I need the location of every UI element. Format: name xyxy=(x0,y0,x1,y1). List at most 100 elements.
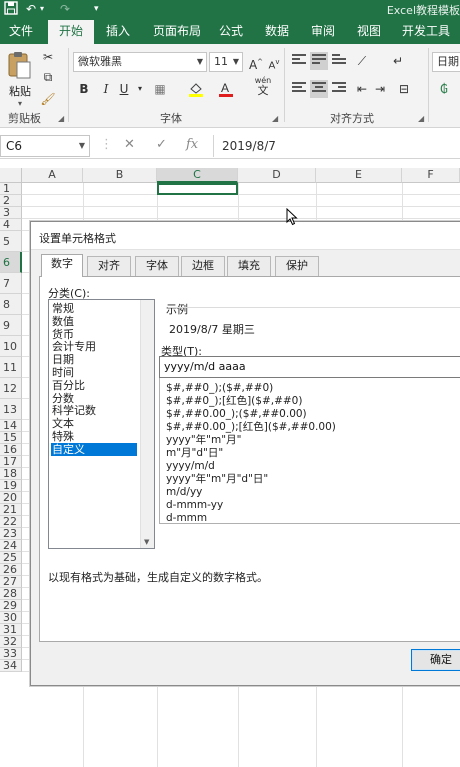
category-item[interactable]: 货币 xyxy=(51,328,137,341)
select-all-corner[interactable] xyxy=(0,168,22,183)
tab-developer[interactable]: 开发工具 xyxy=(396,18,456,44)
currency-icon[interactable]: ₲ xyxy=(434,80,454,98)
undo-dropdown-icon[interactable]: ▾ xyxy=(40,1,44,17)
middle-align-icon[interactable] xyxy=(310,52,328,70)
paste-button[interactable]: 粘贴 ▾ xyxy=(6,50,34,108)
underline-dropdown-icon[interactable]: ▾ xyxy=(130,80,150,98)
row-header[interactable]: 34 xyxy=(0,660,22,672)
paste-dropdown-icon[interactable]: ▾ xyxy=(6,99,34,108)
customize-toolbar-icon[interactable]: ▾ xyxy=(94,1,99,17)
cut-icon[interactable]: ✂ xyxy=(38,48,58,66)
border-icon[interactable]: ▦ xyxy=(150,80,170,98)
tab-file[interactable]: 文件 xyxy=(0,18,42,44)
format-item[interactable]: d-mmm xyxy=(166,512,207,525)
tab-protection[interactable]: 保护 xyxy=(275,256,319,276)
row-header[interactable]: 4 xyxy=(0,219,22,231)
format-item[interactable]: m/d/yy xyxy=(166,486,202,499)
alignment-launcher-icon[interactable]: ◢ xyxy=(418,114,424,123)
category-item[interactable]: 文本 xyxy=(51,417,137,430)
row-header[interactable]: 7 xyxy=(0,273,22,294)
insert-function-icon[interactable]: fx xyxy=(186,137,198,152)
row-header[interactable]: 10 xyxy=(0,336,22,357)
wrap-text-icon[interactable]: ↵ xyxy=(388,52,408,70)
tab-alignment[interactable]: 对齐 xyxy=(87,256,131,276)
tab-border[interactable]: 边框 xyxy=(181,256,225,276)
category-list[interactable]: 常规 数值 货币 会计专用 日期 时间 百分比 分数 科学记数 文本 特殊 自定义 ▼ xyxy=(48,299,155,549)
format-painter-icon[interactable]: 🖌 xyxy=(38,90,58,108)
category-item[interactable]: 科学记数 xyxy=(51,404,137,417)
column-header-e[interactable]: E xyxy=(316,168,402,183)
phonetic-button[interactable]: wén 文 xyxy=(252,76,274,96)
formula-input[interactable]: 2019/8/7 xyxy=(213,135,460,157)
column-header-c[interactable]: C xyxy=(157,168,238,183)
clipboard-launcher-icon[interactable]: ◢ xyxy=(58,114,64,123)
category-item[interactable]: 分数 xyxy=(51,392,137,405)
orientation-icon[interactable]: ⟋ xyxy=(352,52,372,70)
right-align-icon[interactable] xyxy=(330,80,348,98)
font-name-select[interactable]: 微软雅黑 ▼ xyxy=(73,52,207,72)
category-item[interactable]: 常规 xyxy=(51,302,137,315)
tab-page-layout[interactable]: 页面布局 xyxy=(146,18,208,44)
row-header[interactable]: 11 xyxy=(0,357,22,378)
number-format-select[interactable]: 日期 xyxy=(432,52,460,72)
category-item[interactable]: 特殊 xyxy=(51,430,137,443)
category-item[interactable]: 自定义 xyxy=(51,442,137,456)
category-item[interactable]: 百分比 xyxy=(51,379,137,392)
format-item[interactable]: yyyy/m/d xyxy=(166,460,215,473)
format-item[interactable]: $#,##0_);($#,##0) xyxy=(166,382,273,395)
dialog-title-bar[interactable]: 设置单元格格式 xyxy=(31,222,460,250)
cancel-icon[interactable]: ✕ xyxy=(124,137,135,152)
tab-insert[interactable]: 插入 xyxy=(96,18,140,44)
format-item[interactable]: m"月"d"日" xyxy=(166,447,223,460)
font-color-icon[interactable]: A xyxy=(216,80,236,98)
category-scrollbar[interactable]: ▼ xyxy=(140,300,154,548)
category-item[interactable]: 时间 xyxy=(51,366,137,379)
left-align-icon[interactable] xyxy=(290,80,308,98)
enter-icon[interactable]: ✓ xyxy=(156,137,167,152)
fill-color-icon[interactable] xyxy=(186,80,206,98)
row-header[interactable]: 8 xyxy=(0,294,22,315)
redo-icon[interactable]: ↷ xyxy=(60,1,70,17)
tab-font[interactable]: 字体 xyxy=(135,256,179,276)
tab-number[interactable]: 数字 xyxy=(41,254,83,277)
row-header[interactable]: 9 xyxy=(0,315,22,336)
scroll-down-icon[interactable]: ▼ xyxy=(144,538,149,546)
row-header[interactable]: 13 xyxy=(0,399,22,420)
decrease-indent-icon[interactable]: ⇤ xyxy=(352,80,372,98)
bottom-align-icon[interactable] xyxy=(330,52,348,70)
format-item[interactable]: yyyy"年"m"月" xyxy=(166,434,241,447)
font-launcher-icon[interactable]: ◢ xyxy=(272,114,278,123)
format-item[interactable]: $#,##0.00_);($#,##0.00) xyxy=(166,408,307,421)
tab-home[interactable]: 开始 xyxy=(48,18,94,44)
tab-formulas[interactable]: 公式 xyxy=(212,18,250,44)
row-header[interactable]: 5 xyxy=(0,231,22,252)
copy-icon[interactable]: ⧉ xyxy=(38,68,58,86)
name-box[interactable]: C6 ▼ xyxy=(0,135,90,157)
column-header-d[interactable]: D xyxy=(238,168,316,183)
category-item[interactable]: 数值 xyxy=(51,315,137,328)
column-header-a[interactable]: A xyxy=(22,168,83,183)
ok-button[interactable]: 确定 xyxy=(411,649,460,671)
undo-icon[interactable]: ↶ xyxy=(26,1,36,17)
format-item[interactable]: $#,##0_);[红色]($#,##0) xyxy=(166,395,302,408)
shrink-font-button[interactable]: Av xyxy=(264,53,284,71)
row-header[interactable]: 12 xyxy=(0,378,22,399)
font-size-select[interactable]: 11 ▼ xyxy=(209,52,243,72)
column-header-b[interactable]: B xyxy=(83,168,157,183)
bold-button[interactable]: B xyxy=(74,80,94,98)
tab-fill[interactable]: 填充 xyxy=(227,256,271,276)
tab-review[interactable]: 审阅 xyxy=(304,18,342,44)
category-item[interactable]: 会计专用 xyxy=(51,340,137,353)
grow-font-button[interactable]: A^ xyxy=(246,53,266,72)
format-list[interactable]: $#,##0_);($#,##0) $#,##0_);[红色]($#,##0) $#… xyxy=(159,378,460,524)
increase-indent-icon[interactable]: ⇥ xyxy=(370,80,390,98)
merge-center-icon[interactable]: ⊟ xyxy=(394,80,414,98)
center-align-icon[interactable] xyxy=(310,80,328,98)
italic-button[interactable]: I xyxy=(96,80,116,98)
format-item[interactable]: $#,##0.00_);[红色]($#,##0.00) xyxy=(166,421,336,434)
category-item[interactable]: 日期 xyxy=(51,353,137,366)
format-item[interactable]: d-mmm-yy xyxy=(166,499,223,512)
top-align-icon[interactable] xyxy=(290,52,308,70)
tab-view[interactable]: 视图 xyxy=(350,18,388,44)
column-header-f[interactable]: F xyxy=(402,168,460,183)
